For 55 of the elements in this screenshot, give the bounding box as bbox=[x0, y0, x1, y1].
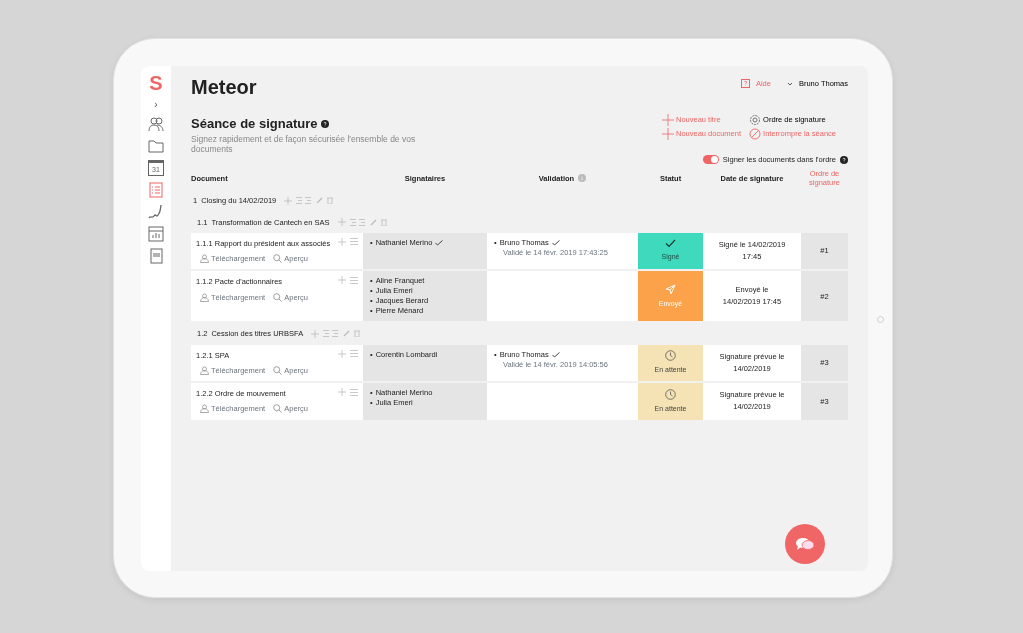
search-icon bbox=[273, 404, 283, 414]
plus-icon bbox=[662, 128, 674, 140]
people-icon[interactable] bbox=[148, 116, 164, 132]
indent-icon[interactable] bbox=[349, 218, 366, 226]
move-icon[interactable] bbox=[311, 329, 320, 338]
chart-icon[interactable] bbox=[148, 226, 164, 242]
menu-icon[interactable] bbox=[350, 350, 358, 357]
move-icon[interactable] bbox=[338, 237, 347, 246]
plus-icon bbox=[662, 114, 674, 126]
indent-icon[interactable] bbox=[323, 330, 340, 338]
chat-button[interactable] bbox=[785, 524, 825, 564]
move-icon[interactable] bbox=[338, 276, 346, 285]
user-icon bbox=[200, 292, 209, 302]
move-icon[interactable] bbox=[338, 388, 346, 396]
clock-icon bbox=[665, 350, 676, 361]
move-icon[interactable] bbox=[337, 218, 346, 227]
trash-icon[interactable] bbox=[327, 197, 334, 205]
forbidden-icon bbox=[749, 128, 762, 140]
caret-icon bbox=[786, 81, 793, 86]
menu-icon[interactable] bbox=[350, 238, 359, 246]
toggle-switch[interactable] bbox=[702, 155, 719, 165]
move-icon[interactable] bbox=[338, 349, 346, 358]
info-icon bbox=[578, 174, 587, 183]
chat-icon bbox=[795, 536, 815, 552]
pencil-icon[interactable] bbox=[343, 330, 351, 338]
search-icon bbox=[273, 254, 283, 264]
user-icon bbox=[200, 365, 209, 375]
search-icon bbox=[273, 292, 283, 302]
search-icon bbox=[273, 365, 283, 375]
check-icon bbox=[665, 239, 676, 249]
pencil-icon[interactable] bbox=[316, 197, 324, 205]
book-icon[interactable] bbox=[148, 248, 164, 264]
indent-icon[interactable] bbox=[296, 197, 313, 205]
menu-icon[interactable] bbox=[350, 388, 358, 396]
help-icon bbox=[321, 119, 330, 128]
logo[interactable]: S bbox=[149, 72, 163, 94]
paper-plane-icon bbox=[665, 283, 676, 295]
expand-button[interactable]: › bbox=[154, 100, 158, 110]
help-icon bbox=[840, 155, 848, 164]
pencil-icon[interactable] bbox=[369, 218, 377, 226]
user-icon bbox=[200, 404, 209, 414]
clock-icon bbox=[665, 388, 676, 400]
help-icon bbox=[740, 79, 750, 89]
user-icon bbox=[200, 254, 209, 264]
trash-icon[interactable] bbox=[354, 330, 361, 338]
menu-icon[interactable] bbox=[350, 276, 358, 284]
folder-icon[interactable] bbox=[148, 138, 164, 154]
section-subtitle: Signez rapidement et de façon sécurisée l'ensemble de vos documents bbox=[191, 133, 417, 154]
trash-icon[interactable] bbox=[380, 218, 387, 226]
move-icon[interactable] bbox=[284, 196, 293, 205]
settings-icon bbox=[749, 114, 762, 126]
list-icon[interactable] bbox=[148, 182, 164, 198]
signature-icon[interactable] bbox=[148, 204, 164, 220]
section-title: Séance de signature bbox=[191, 115, 318, 133]
app-title: Meteor bbox=[191, 75, 257, 100]
